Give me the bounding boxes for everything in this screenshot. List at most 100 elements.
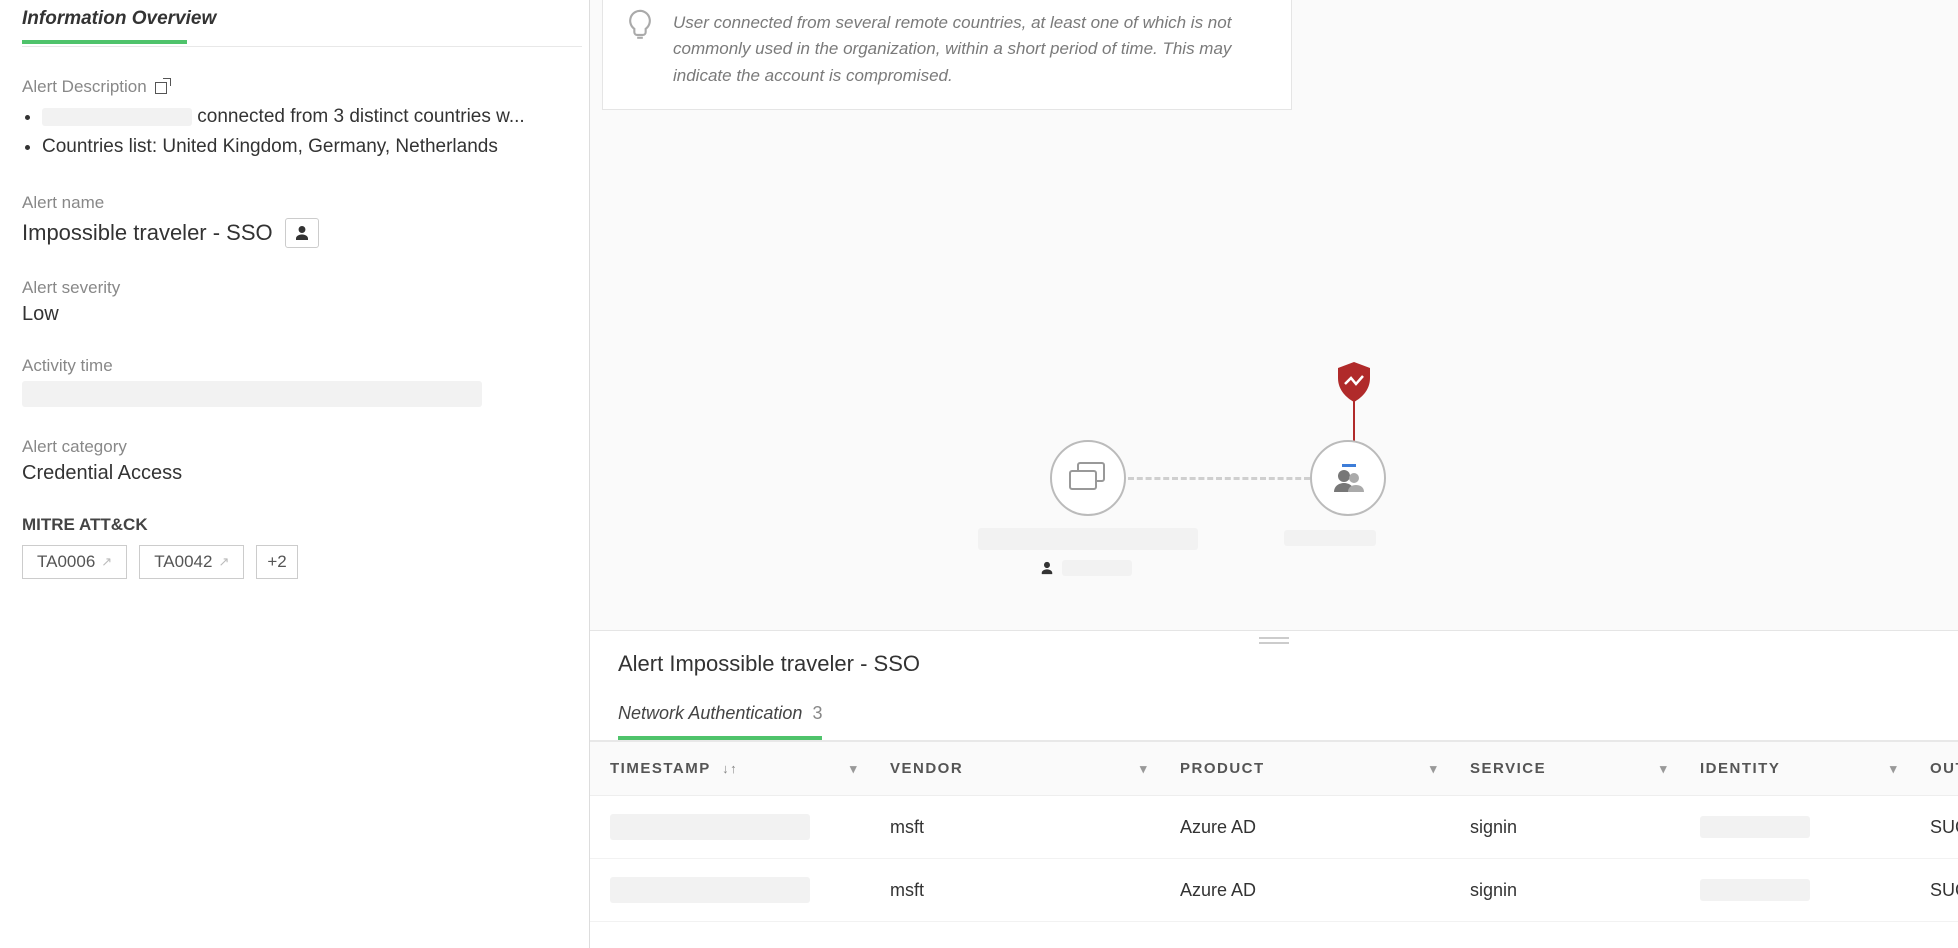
sort-icon[interactable]: ↓↑ xyxy=(722,761,738,776)
user-icon xyxy=(1040,561,1054,575)
tab-network-authentication[interactable]: Network Authentication 3 xyxy=(618,691,822,740)
redacted-text xyxy=(1062,560,1132,576)
alert-detail-panel: Alert Impossible traveler - SSO Network … xyxy=(590,630,1958,948)
alert-description-label: Alert Description xyxy=(22,77,567,97)
resize-handle[interactable] xyxy=(1259,635,1289,645)
filter-icon[interactable]: ▾ xyxy=(1890,761,1898,777)
alert-name-label: Alert name xyxy=(22,193,567,213)
cell-identity xyxy=(1680,859,1910,922)
cell-vendor: msft xyxy=(870,796,1160,859)
mitre-tag-label: TA0042 xyxy=(154,552,212,572)
mitre-tags-row: TA0006 ↗ TA0042 ↗ +2 xyxy=(22,545,567,579)
bullet-text: Countries list: United Kingdom, Germany,… xyxy=(42,136,498,157)
redacted-text xyxy=(610,814,810,840)
severity-value: Low xyxy=(22,303,567,326)
cell-timestamp xyxy=(590,859,870,922)
user-node[interactable] xyxy=(1310,440,1386,516)
alert-description-block: Alert Description connected from 3 disti… xyxy=(22,77,567,163)
lightbulb-icon xyxy=(623,8,657,42)
cell-outcome: SUCCESS xyxy=(1910,796,1958,859)
causality-graph[interactable] xyxy=(1020,370,1580,550)
panel-title: Information Overview xyxy=(22,8,567,40)
redacted-text xyxy=(978,528,1198,550)
popout-icon[interactable] xyxy=(155,80,169,94)
mitre-more-label: +2 xyxy=(267,552,286,572)
col-label: TIMESTAMP xyxy=(610,760,710,777)
tab-count: 3 xyxy=(812,703,822,724)
category-block: Alert category Credential Access xyxy=(22,437,567,485)
divider xyxy=(22,46,582,47)
main-area: User connected from several remote count… xyxy=(590,0,1958,948)
events-table: TIMESTAMP ↓↑ ▾ VENDOR ▾ PRODUCT ▾ SERVIC… xyxy=(590,742,1958,922)
activity-time-label: Activity time xyxy=(22,356,567,376)
table-row[interactable]: msftAzure ADsignin SUCCESS xyxy=(590,859,1958,922)
table-header-row: TIMESTAMP ↓↑ ▾ VENDOR ▾ PRODUCT ▾ SERVIC… xyxy=(590,742,1958,796)
cell-identity xyxy=(1680,796,1910,859)
alert-shield-icon[interactable] xyxy=(1336,362,1372,402)
activity-time-block: Activity time xyxy=(22,356,567,407)
mitre-more-button[interactable]: +2 xyxy=(256,545,297,579)
redacted-text xyxy=(610,877,810,903)
list-item: Countries list: United Kingdom, Germany,… xyxy=(42,132,567,162)
filter-icon[interactable]: ▾ xyxy=(1430,761,1438,777)
col-identity[interactable]: IDENTITY ▾ xyxy=(1680,742,1910,796)
alert-name-value: Impossible traveler - SSO xyxy=(22,220,273,246)
table-row[interactable]: msftAzure ADsignin SUCCESS xyxy=(590,796,1958,859)
tab-row: Network Authentication 3 xyxy=(590,691,1958,742)
category-value: Credential Access xyxy=(22,462,567,485)
cell-timestamp xyxy=(590,796,870,859)
col-label: PRODUCT xyxy=(1180,760,1265,777)
cell-product: Azure AD xyxy=(1160,859,1450,922)
mitre-block: MITRE ATT&CK TA0006 ↗ TA0042 ↗ +2 xyxy=(22,515,567,579)
host-sub-label xyxy=(1040,560,1150,576)
mitre-tag[interactable]: TA0006 ↗ xyxy=(22,545,127,579)
filter-icon[interactable]: ▾ xyxy=(1660,761,1668,777)
severity-block: Alert severity Low xyxy=(22,278,567,326)
host-icon xyxy=(1068,461,1108,495)
insight-box: User connected from several remote count… xyxy=(602,0,1292,110)
redacted-text xyxy=(1284,530,1376,546)
shield-connector xyxy=(1353,400,1355,442)
col-label: IDENTITY xyxy=(1700,760,1780,777)
cell-vendor: msft xyxy=(870,859,1160,922)
col-label: SERVICE xyxy=(1470,760,1546,777)
col-label: VENDOR xyxy=(890,760,963,777)
host-node[interactable] xyxy=(1050,440,1126,516)
col-service[interactable]: SERVICE ▾ xyxy=(1450,742,1680,796)
list-item: connected from 3 distinct countries w... xyxy=(42,102,567,132)
alert-description-label-text: Alert Description xyxy=(22,77,147,97)
redacted-text xyxy=(42,108,192,126)
filter-icon[interactable]: ▾ xyxy=(850,761,858,777)
redacted-text xyxy=(22,381,482,407)
bullet-text: connected from 3 distinct countries w... xyxy=(197,106,524,127)
cell-outcome: SUCCESS xyxy=(1910,859,1958,922)
graph-edge xyxy=(1128,477,1310,480)
cell-service: signin xyxy=(1450,859,1680,922)
filter-icon[interactable]: ▾ xyxy=(1140,761,1148,777)
redacted-text xyxy=(1700,879,1810,901)
col-vendor[interactable]: VENDOR ▾ xyxy=(870,742,1160,796)
user-group-icon xyxy=(1328,458,1368,498)
external-link-icon: ↗ xyxy=(101,554,112,570)
alert-name-block: Alert name Impossible traveler - SSO xyxy=(22,193,567,248)
col-label: OUTCOME xyxy=(1930,760,1958,777)
user-icon xyxy=(294,225,310,241)
col-outcome[interactable]: OUTCOME xyxy=(1910,742,1958,796)
tab-label: Network Authentication xyxy=(618,703,802,724)
cell-service: signin xyxy=(1450,796,1680,859)
redacted-text xyxy=(1700,816,1810,838)
external-link-icon: ↗ xyxy=(218,554,229,570)
mitre-label: MITRE ATT&CK xyxy=(22,515,567,535)
insight-text: User connected from several remote count… xyxy=(673,10,1271,89)
cell-product: Azure AD xyxy=(1160,796,1450,859)
info-overview-panel: Information Overview Alert Description c… xyxy=(0,0,590,948)
col-timestamp[interactable]: TIMESTAMP ↓↑ ▾ xyxy=(590,742,870,796)
col-product[interactable]: PRODUCT ▾ xyxy=(1160,742,1450,796)
category-label: Alert category xyxy=(22,437,567,457)
mitre-tag[interactable]: TA0042 ↗ xyxy=(139,545,244,579)
user-badge[interactable] xyxy=(285,218,319,248)
alert-description-list: connected from 3 distinct countries w...… xyxy=(42,102,567,163)
title-underline xyxy=(22,40,187,44)
alert-name-row: Impossible traveler - SSO xyxy=(22,218,567,248)
severity-label: Alert severity xyxy=(22,278,567,298)
